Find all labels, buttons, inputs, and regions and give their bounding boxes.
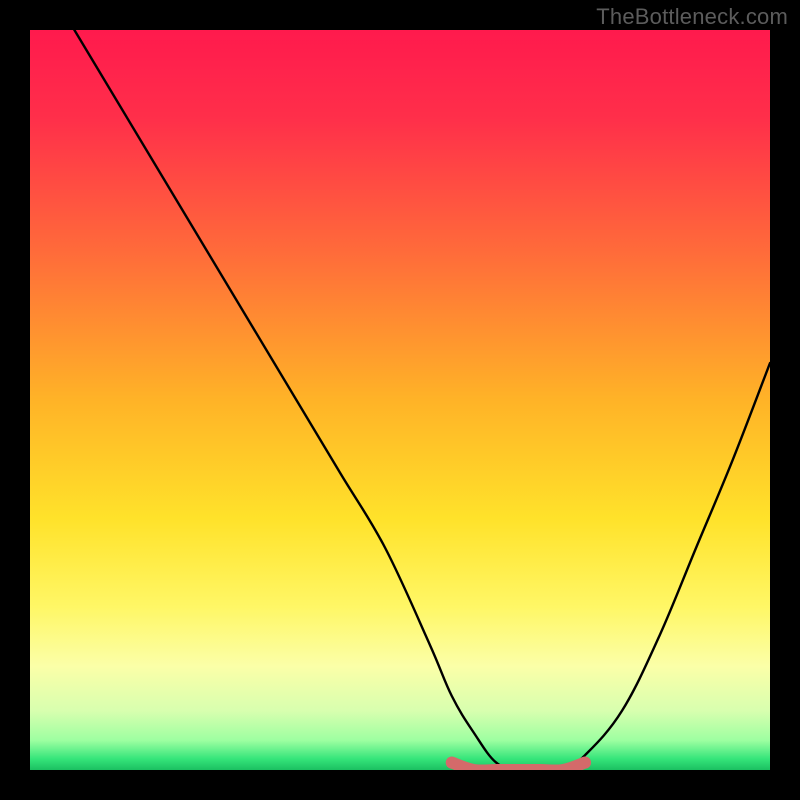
sweet-spot-marker-left: [446, 757, 458, 769]
sweet-spot-marker-right: [579, 757, 591, 769]
plot-area: [30, 30, 770, 770]
chart-frame: TheBottleneck.com: [0, 0, 800, 800]
bottleneck-curve: [30, 30, 770, 770]
attribution-text: TheBottleneck.com: [596, 4, 788, 30]
sweet-spot-band: [452, 763, 585, 770]
chart-lines: [30, 30, 770, 770]
